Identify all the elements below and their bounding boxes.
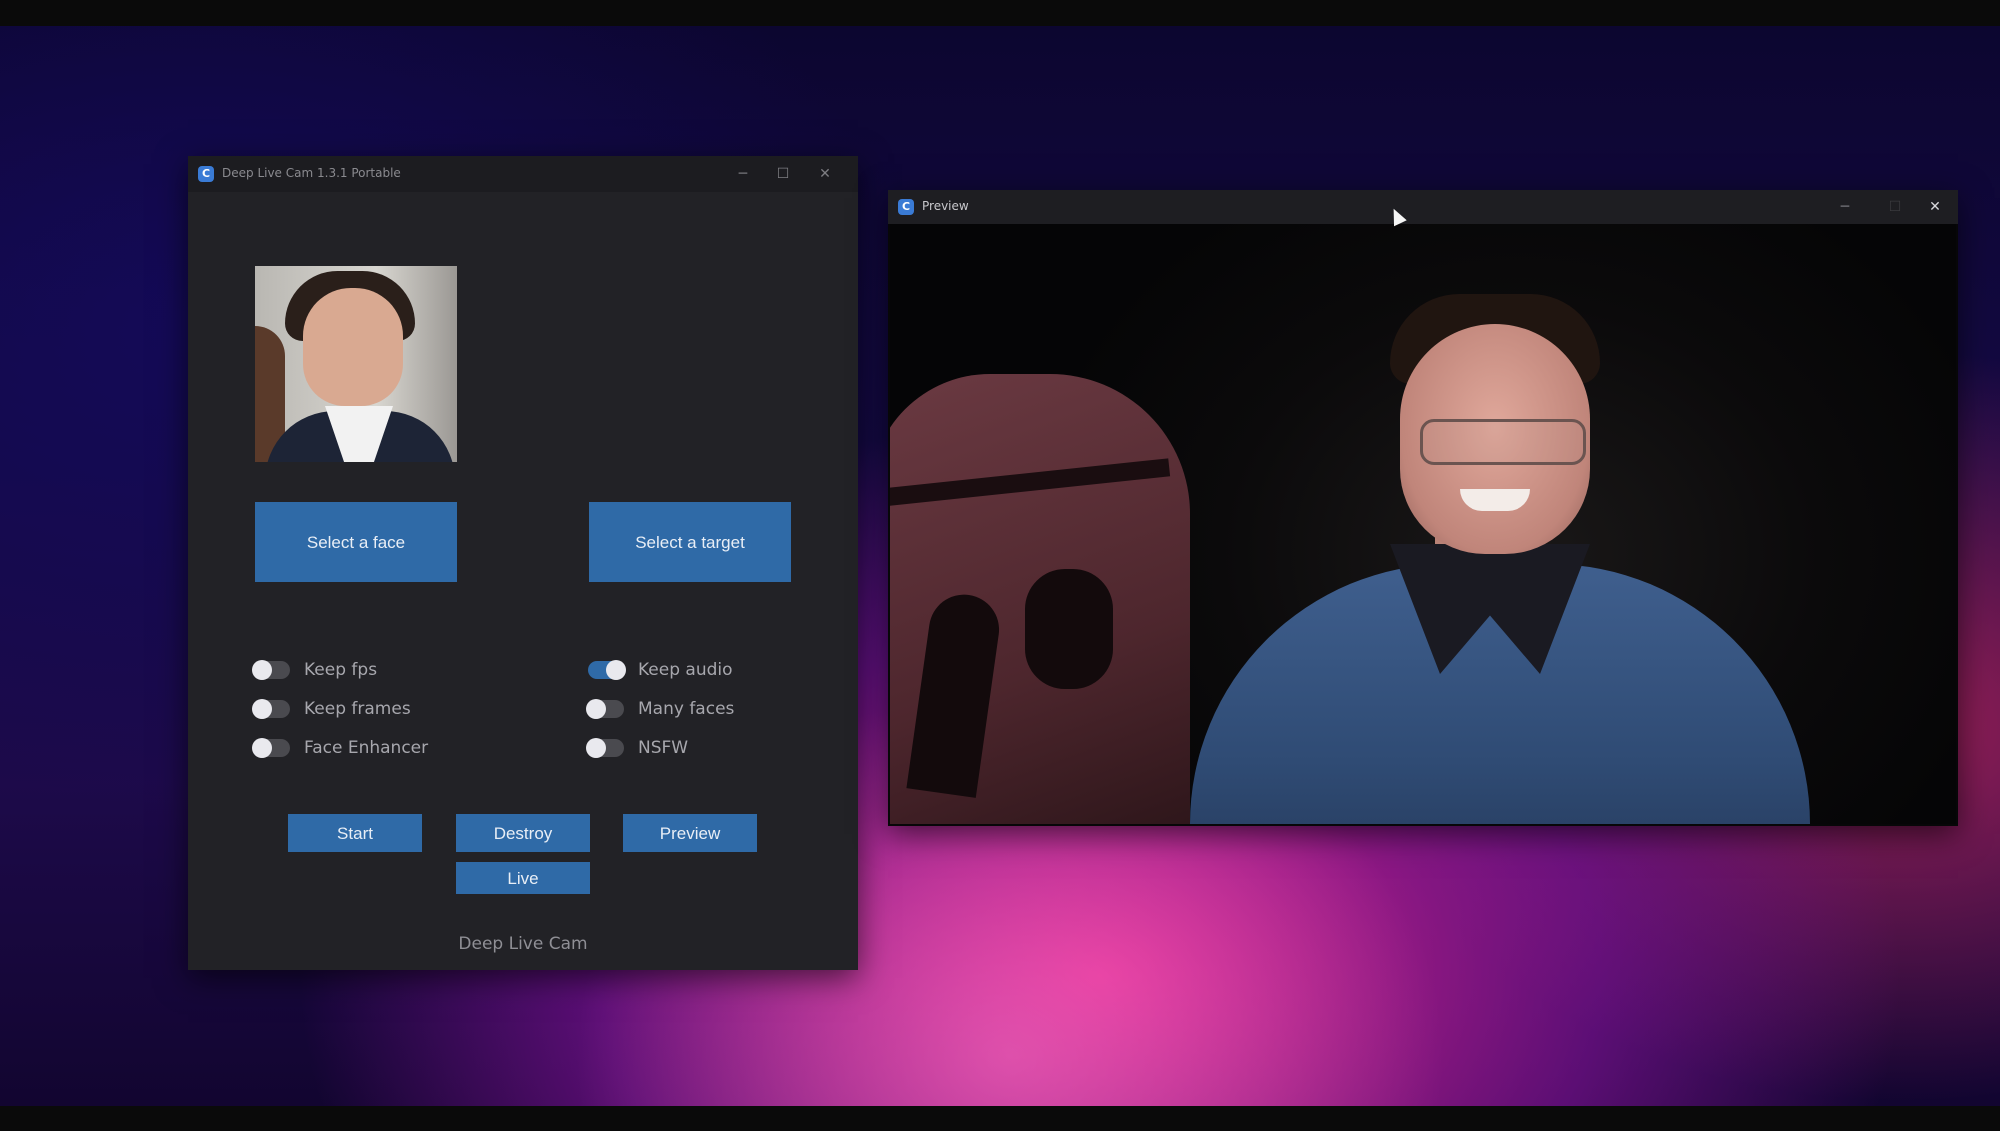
preview-button[interactable]: Preview	[623, 814, 757, 852]
switch-keep-fps[interactable]	[252, 660, 290, 680]
preview-maximize-icon[interactable]: ☐	[1880, 195, 1910, 219]
toggle-nsfw[interactable]: NSFW	[586, 736, 689, 760]
screen-top-letterbox	[0, 0, 2000, 26]
preview-minimize-icon[interactable]: ─	[1830, 195, 1860, 219]
select-target-button[interactable]: Select a target	[589, 502, 791, 582]
preview-window: C Preview ─ ☐ ✕	[888, 190, 1958, 826]
toggle-keep-fps[interactable]: Keep fps	[252, 658, 378, 682]
preview-app-icon: C	[898, 199, 914, 215]
destroy-button[interactable]: Destroy	[456, 814, 590, 852]
preview-close-icon[interactable]: ✕	[1920, 195, 1950, 219]
keep-frames-label: Keep frames	[304, 699, 411, 719]
toggle-keep-frames[interactable]: Keep frames	[252, 697, 411, 721]
main-titlebar[interactable]: C Deep Live Cam 1.3.1 Portable ─ ☐ ✕	[188, 156, 858, 192]
footer-label: Deep Live Cam	[458, 934, 588, 954]
glasses-shape	[1420, 419, 1586, 465]
main-window-title: Deep Live Cam 1.3.1 Portable	[222, 166, 401, 180]
live-button[interactable]: Live	[456, 862, 590, 894]
switch-keep-audio[interactable]	[588, 660, 626, 680]
deep-live-cam-window: C Deep Live Cam 1.3.1 Portable ─ ☐ ✕ Sel…	[188, 156, 858, 970]
switch-nsfw[interactable]	[586, 738, 624, 758]
close-icon[interactable]: ✕	[810, 162, 840, 186]
nsfw-label: NSFW	[638, 738, 689, 758]
minimize-icon[interactable]: ─	[728, 162, 758, 186]
live-camera-feed	[890, 224, 1956, 824]
app-logo-icon: C	[198, 166, 214, 182]
keep-audio-label: Keep audio	[638, 660, 733, 680]
many-faces-label: Many faces	[638, 699, 735, 719]
switch-many-faces[interactable]	[586, 699, 624, 719]
source-face-thumbnail	[255, 266, 457, 462]
keep-fps-label: Keep fps	[304, 660, 378, 680]
screen-bottom-letterbox	[0, 1106, 2000, 1131]
face-enhancer-label: Face Enhancer	[304, 738, 429, 758]
preview-window-title: Preview	[922, 199, 969, 213]
start-button[interactable]: Start	[288, 814, 422, 852]
switch-face-enhancer[interactable]	[252, 738, 290, 758]
toggle-face-enhancer[interactable]: Face Enhancer	[252, 736, 429, 760]
maximize-icon[interactable]: ☐	[768, 162, 798, 186]
toggle-many-faces[interactable]: Many faces	[586, 697, 735, 721]
preview-titlebar[interactable]: C Preview ─ ☐ ✕	[888, 190, 1958, 224]
select-face-button[interactable]: Select a face	[255, 502, 457, 582]
toggle-keep-audio[interactable]: Keep audio	[588, 658, 733, 682]
switch-keep-frames[interactable]	[252, 699, 290, 719]
